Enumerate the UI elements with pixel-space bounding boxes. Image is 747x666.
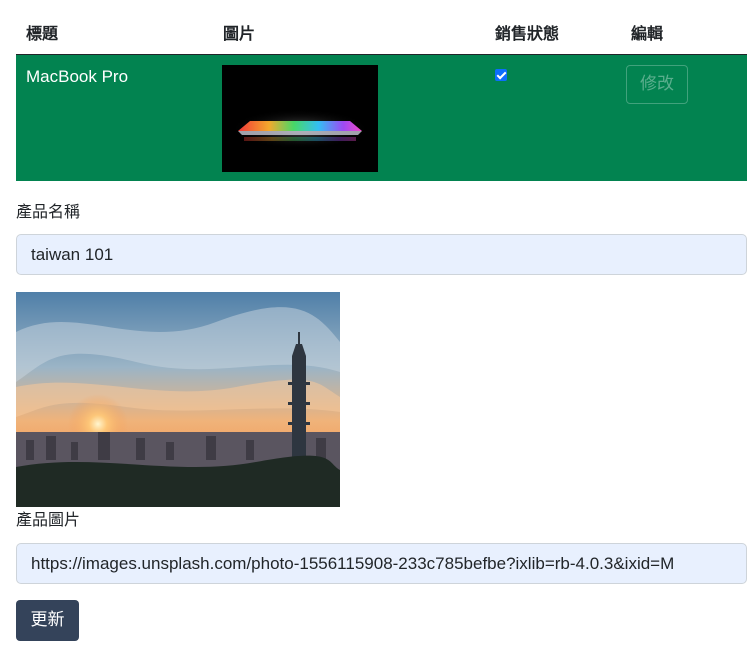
header-status: 銷售狀態 [495,24,560,43]
status-cell [485,55,621,181]
status-checkbox[interactable] [495,69,507,81]
products-table: 標題 圖片 銷售狀態 編輯 MacBook Pro 修改 [16,0,747,181]
update-button[interactable]: 更新 [16,600,79,641]
product-name-label: 產品名稱 [16,202,81,221]
product-title: MacBook Pro [26,67,129,86]
header-image: 圖片 [223,24,256,43]
product-image-label: 產品圖片 [16,510,81,529]
product-image-url-input[interactable]: https://images.unsplash.com/photo-155611… [16,543,747,584]
edit-cell: 修改 [621,55,747,181]
product-image-cell [213,55,485,181]
edit-button[interactable]: 修改 [626,65,688,104]
taipei-101-image [16,292,340,507]
product-photo [16,292,340,507]
product-thumbnail [222,65,378,172]
header-title: 標題 [26,24,59,43]
product-name-input[interactable]: taiwan 101 [16,234,747,275]
laptop-image [222,65,378,172]
table-row: MacBook Pro 修改 [16,55,747,181]
header-edit: 編輯 [631,24,664,43]
table-header: 標題 圖片 銷售狀態 編輯 [16,0,747,55]
